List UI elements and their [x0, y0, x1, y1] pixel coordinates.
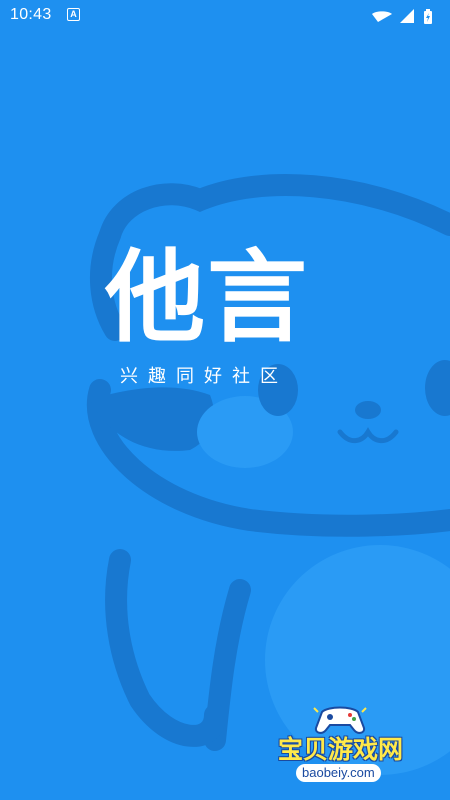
status-icons — [372, 9, 432, 24]
status-time: 10:43 — [10, 6, 52, 23]
notification-icon: A — [67, 8, 80, 21]
watermark-url: baobeiy.com — [296, 764, 381, 782]
wifi-icon — [372, 11, 392, 22]
signal-icon — [400, 9, 414, 23]
watermark-text: 宝贝游戏网 — [278, 735, 404, 764]
battery-icon — [424, 9, 432, 24]
mascot-illustration — [87, 174, 450, 775]
app-logo-title: 他言 — [105, 239, 309, 356]
splash-screen: 10:43 A 他言 兴趣同好社区 宝贝游戏网 baobeiy.com — [0, 0, 450, 800]
watermark: 宝贝游戏网 baobeiy.com — [270, 702, 450, 800]
status-bar: 10:43 A — [0, 0, 450, 32]
app-tagline: 兴趣同好社区 — [120, 366, 288, 387]
